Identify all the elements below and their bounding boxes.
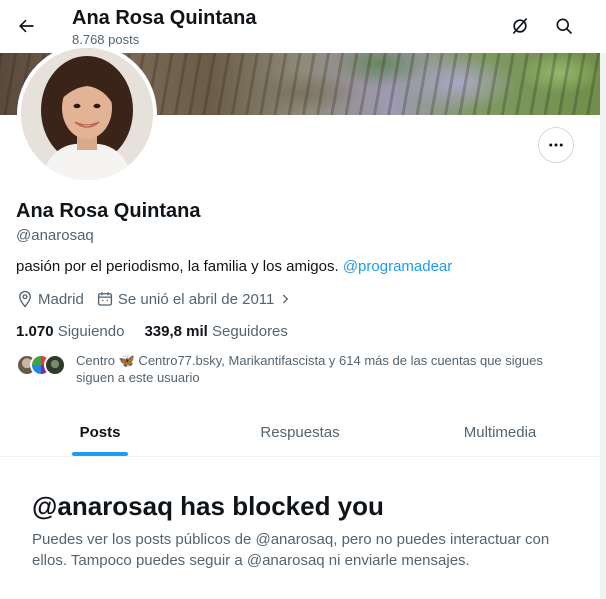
profile-name: Ana Rosa Quintana [16, 200, 201, 222]
known-followers[interactable]: Centro 🦋 Centro77.bsky, Marikantifascist… [16, 352, 576, 386]
scrollbar-track[interactable] [600, 0, 606, 599]
joined-text: Se unió el abril de 2011 [117, 290, 275, 308]
follow-stats: 1.070 Siguiendo 339,8 mil Seguidores [16, 322, 308, 342]
active-tab-indicator [72, 452, 128, 456]
blocked-description: Puedes ver los posts públicos de @anaros… [32, 531, 550, 569]
tab-multimedia[interactable]: Multimedia [400, 409, 600, 456]
tab-posts[interactable]: Posts [0, 409, 200, 456]
profile-meta: Madrid Se unió el abril de 2011 [16, 289, 308, 309]
grok-button[interactable] [502, 8, 538, 44]
known-followers-text: Centro 🦋 Centro77.bsky, Marikantifascist… [76, 353, 543, 385]
arrow-left-icon [19, 19, 34, 33]
more-options-button[interactable] [538, 127, 574, 163]
following-count: 1.070 [16, 323, 54, 340]
tab-label: Respuestas [260, 424, 340, 441]
bio-mention-link[interactable]: @programadear [343, 258, 452, 275]
profile-handle: @anarosaq [16, 227, 94, 244]
back-button[interactable] [8, 8, 44, 44]
bio-text: pasión por el periodismo, la familia y l… [16, 258, 343, 275]
following-link[interactable]: 1.070 Siguiendo [16, 322, 124, 342]
followers-link[interactable]: 339,8 mil Seguidores [144, 322, 287, 342]
known-followers-avatars [16, 354, 72, 378]
tab-respuestas[interactable]: Respuestas [200, 409, 400, 456]
followers-count: 339,8 mil [144, 323, 208, 340]
calendar-icon [97, 292, 112, 306]
followers-label: Seguidores [212, 323, 288, 340]
header-title: Ana Rosa Quintana [72, 7, 257, 29]
more-dots-icon [549, 143, 563, 147]
mini-avatar [44, 354, 66, 376]
location-text: Madrid [38, 290, 84, 308]
chevron-right-icon [283, 294, 289, 304]
profile-tabs: Posts Respuestas Multimedia [0, 409, 600, 457]
tab-label: Posts [79, 424, 121, 441]
avatar-portrait [21, 48, 153, 180]
tab-label: Multimedia [463, 424, 537, 441]
following-label: Siguiendo [57, 323, 125, 340]
search-button[interactable] [546, 8, 582, 44]
profile-avatar[interactable] [17, 44, 157, 184]
grok-icon [512, 17, 528, 35]
location-pin-icon [19, 290, 31, 308]
search-icon [556, 18, 573, 35]
profile-bio: pasión por el periodismo, la familia y l… [16, 257, 452, 277]
joined-item[interactable]: Se unió el abril de 2011 [96, 290, 297, 308]
blocked-title: @anarosaq has blocked you [32, 491, 384, 521]
location-item: Madrid [16, 290, 84, 308]
